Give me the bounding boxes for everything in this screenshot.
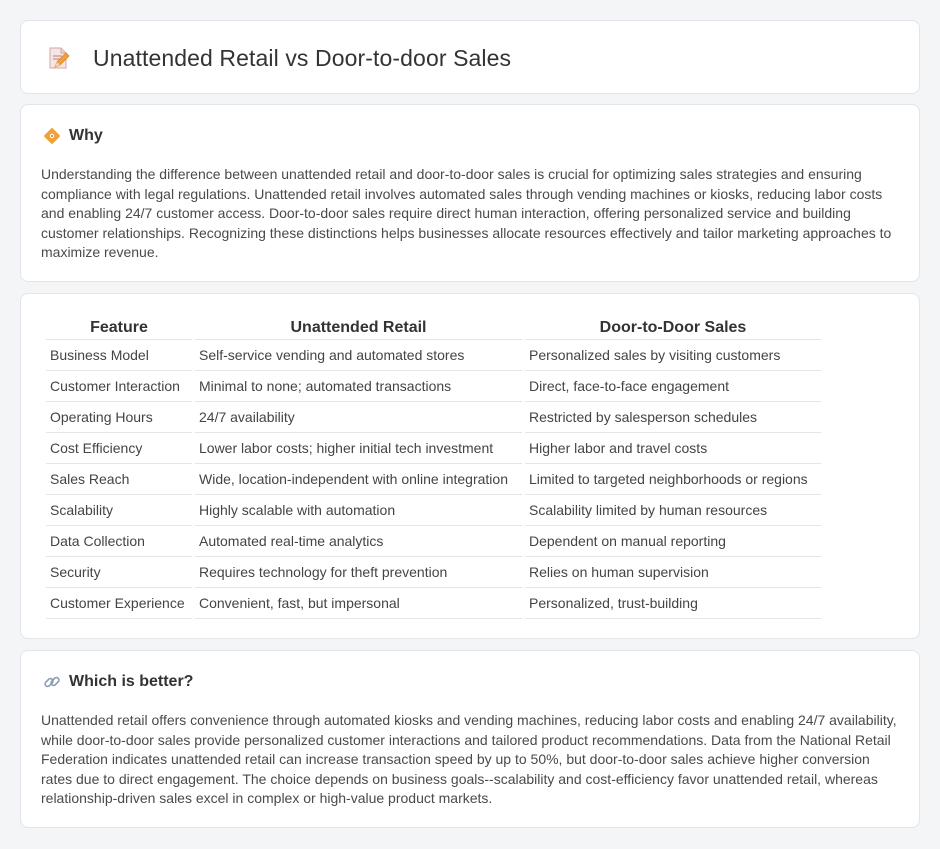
door-to-door-cell: Direct, face-to-face engagement [525, 371, 821, 402]
door-to-door-cell: Personalized sales by visiting customers [525, 340, 821, 371]
unattended-cell: Convenient, fast, but impersonal [195, 588, 522, 619]
table-row: Business Model Self-service vending and … [46, 340, 821, 371]
table-row: Data Collection Automated real-time anal… [46, 526, 821, 557]
feature-cell: Security [46, 557, 192, 588]
feature-cell: Customer Experience [46, 588, 192, 619]
comparison-card: Feature Unattended Retail Door-to-Door S… [20, 293, 920, 639]
title-row: Unattended Retail vs Door-to-door Sales [45, 43, 511, 73]
door-to-door-cell: Limited to targeted neighborhoods or reg… [525, 464, 821, 495]
why-header: Why [43, 127, 103, 145]
unattended-cell: Lower labor costs; higher initial tech i… [195, 433, 522, 464]
unattended-cell: Minimal to none; automated transactions [195, 371, 522, 402]
table-row: Cost Efficiency Lower labor costs; highe… [46, 433, 821, 464]
door-to-door-cell: Higher labor and travel costs [525, 433, 821, 464]
feature-cell: Scalability [46, 495, 192, 526]
feature-cell: Business Model [46, 340, 192, 371]
table-header-row: Feature Unattended Retail Door-to-Door S… [46, 316, 821, 340]
feature-cell: Sales Reach [46, 464, 192, 495]
why-title: Why [69, 127, 103, 144]
table-row: Operating Hours 24/7 availability Restri… [46, 402, 821, 433]
table-row: Security Requires technology for theft p… [46, 557, 821, 588]
unattended-cell: Highly scalable with automation [195, 495, 522, 526]
unattended-cell: Self-service vending and automated store… [195, 340, 522, 371]
door-to-door-cell: Dependent on manual reporting [525, 526, 821, 557]
door-to-door-cell: Scalability limited by human resources [525, 495, 821, 526]
door-to-door-cell: Relies on human supervision [525, 557, 821, 588]
feature-cell: Data Collection [46, 526, 192, 557]
door-to-door-cell: Personalized, trust-building [525, 588, 821, 619]
table-row: Scalability Highly scalable with automat… [46, 495, 821, 526]
better-header: Which is better? [43, 673, 193, 691]
comparison-table: Feature Unattended Retail Door-to-Door S… [43, 316, 824, 619]
feature-cell: Customer Interaction [46, 371, 192, 402]
unattended-cell: 24/7 availability [195, 402, 522, 433]
feature-cell: Cost Efficiency [46, 433, 192, 464]
door-to-door-cell: Restricted by salesperson schedules [525, 402, 821, 433]
better-title: Which is better? [69, 673, 194, 690]
unattended-cell: Wide, location-independent with online i… [195, 464, 522, 495]
why-body: Understanding the difference between una… [41, 166, 892, 260]
title-card: Unattended Retail vs Door-to-door Sales [20, 20, 920, 94]
header-door-to-door-sales: Door-to-Door Sales [525, 316, 821, 340]
better-body: Unattended retail offers convenience thr… [41, 712, 897, 806]
table-row: Sales Reach Wide, location-independent w… [46, 464, 821, 495]
feature-cell: Operating Hours [46, 402, 192, 433]
header-feature: Feature [46, 316, 192, 340]
table-row: Customer Experience Convenient, fast, bu… [46, 588, 821, 619]
document-edit-icon [49, 47, 70, 69]
page-title: Unattended Retail vs Door-to-door Sales [93, 44, 512, 71]
diamond-signal-icon [44, 128, 60, 144]
link-icon [44, 676, 60, 688]
which-is-better-card: Which is better? Unattended retail offer… [20, 650, 920, 828]
unattended-cell: Automated real-time analytics [195, 526, 522, 557]
header-unattended-retail: Unattended Retail [195, 316, 522, 340]
why-card: Why Understanding the difference between… [20, 104, 920, 282]
unattended-cell: Requires technology for theft prevention [195, 557, 522, 588]
table-row: Customer Interaction Minimal to none; au… [46, 371, 821, 402]
